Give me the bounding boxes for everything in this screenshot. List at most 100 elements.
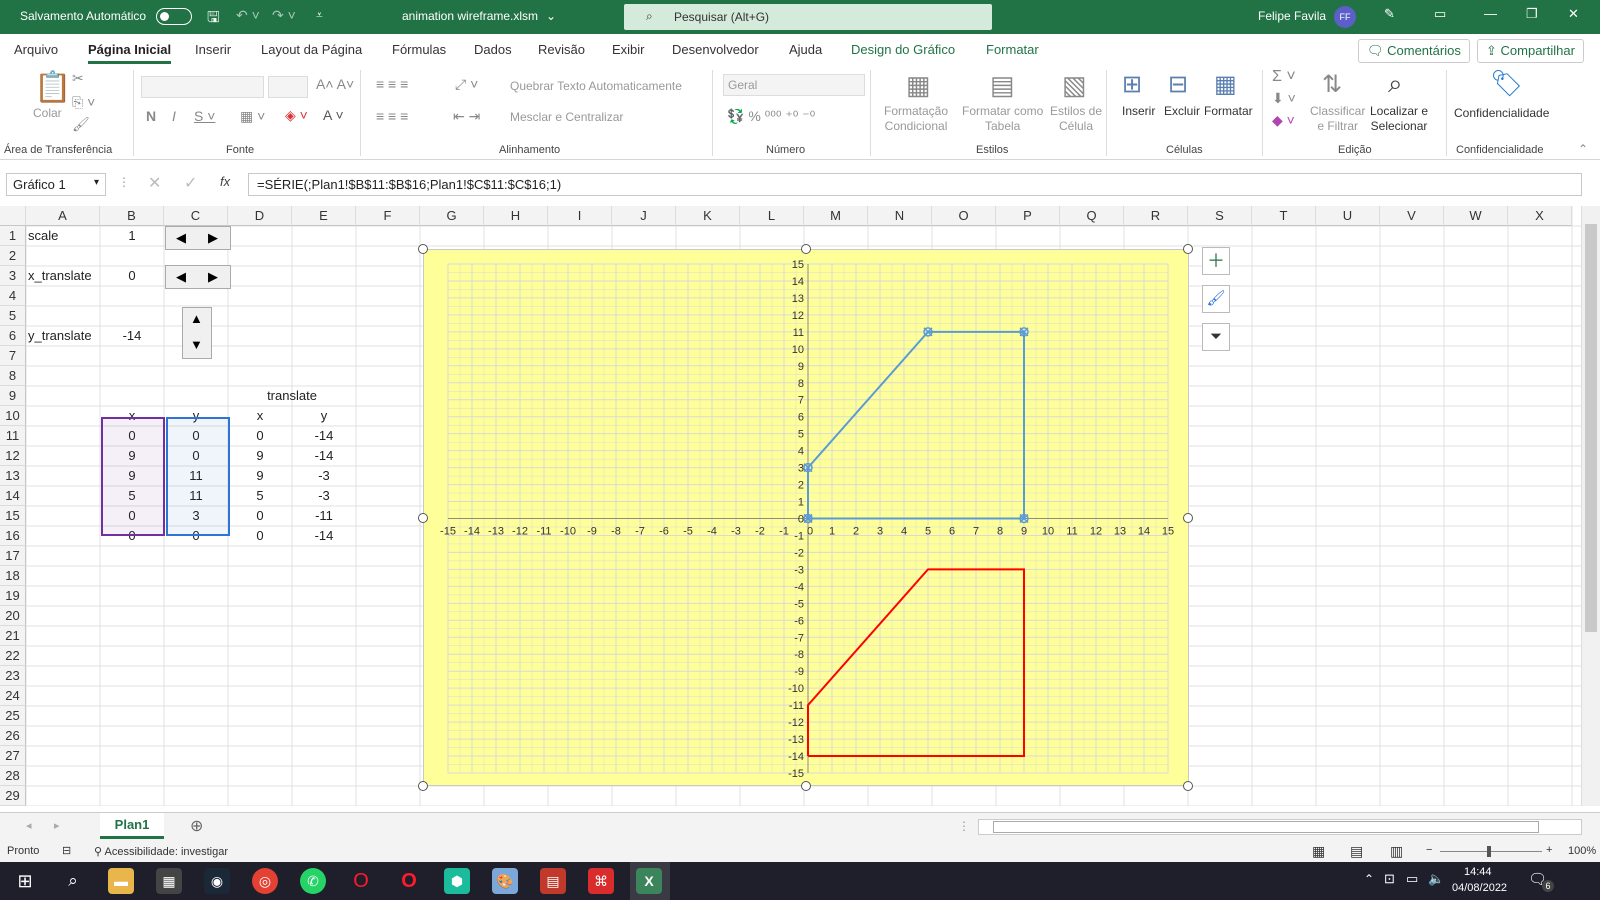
column-header-x[interactable]: X [1508, 206, 1572, 226]
row-header-29[interactable]: 29 [0, 786, 26, 806]
whatsapp-icon[interactable]: ✆ [300, 868, 326, 894]
user-name[interactable]: Felipe Favila [1258, 9, 1326, 23]
insert-cells-icon[interactable]: ⊞ [1122, 70, 1142, 99]
arrow-left-icon[interactable]: ◀ [176, 269, 186, 285]
cell-e10[interactable]: y [292, 408, 356, 423]
align-left-icon[interactable]: ≡ ≡ ≡ [376, 108, 408, 124]
add-sheet-icon[interactable]: ⊕ [190, 816, 203, 836]
formula-input[interactable]: =SÉRIE(;Plan1!$B$11:$B$16;Plan1!$C$11:$C… [248, 173, 1582, 196]
row-header-12[interactable]: 12 [0, 446, 26, 466]
row-header-21[interactable]: 21 [0, 626, 26, 646]
paste-icon[interactable]: 📋 [34, 70, 71, 105]
name-box[interactable]: Gráfico 1 ▾ [6, 173, 106, 196]
cut-icon[interactable]: ✂ [72, 70, 84, 87]
copy-icon[interactable]: ⎘ ˅ [72, 94, 95, 111]
chrome-icon[interactable]: ◎ [252, 868, 278, 894]
fill-color-icon[interactable]: ◈ ˅ [285, 107, 308, 124]
x-translate-spin-button[interactable]: ◀ ▶ [165, 265, 231, 289]
cancel-icon[interactable]: ✕ [148, 173, 161, 193]
tab-dados[interactable]: Dados [474, 42, 512, 57]
tab-formatar[interactable]: Formatar [986, 42, 1039, 57]
meet-icon[interactable]: ⊡ [1384, 871, 1395, 887]
format-cells-icon[interactable]: ▦ [1214, 70, 1237, 99]
next-sheet-icon[interactable]: ▸ [54, 819, 60, 832]
chart-filters-button[interactable]: ⏷ [1202, 323, 1230, 351]
tab-ajuda[interactable]: Ajuda [789, 42, 822, 57]
conditional-format-icon[interactable]: ▦ [906, 70, 931, 101]
function-icon[interactable]: fx [220, 174, 230, 189]
sensitivity-button[interactable]: Confidencialidade [1454, 106, 1549, 120]
cell-a1[interactable]: scale [28, 228, 58, 243]
row-header-24[interactable]: 24 [0, 686, 26, 706]
zoom-slider[interactable] [1440, 851, 1542, 852]
tab-design-grafico[interactable]: Design do Gráfico [851, 42, 955, 57]
font-size-select[interactable] [268, 76, 308, 98]
indent-icon[interactable]: ⇤ ⇥ [453, 108, 480, 125]
row-header-16[interactable]: 16 [0, 526, 26, 546]
network-icon[interactable]: ▭ [1406, 871, 1418, 887]
column-header-k[interactable]: K [676, 206, 740, 226]
resize-handle[interactable] [1183, 781, 1193, 791]
column-header-q[interactable]: Q [1060, 206, 1124, 226]
tab-desenvolvedor[interactable]: Desenvolvedor [672, 42, 759, 57]
acrobat-icon[interactable]: ⌘ [588, 868, 614, 894]
row-header-6[interactable]: 6 [0, 326, 26, 346]
orientation-icon[interactable]: ⤢ ˅ [455, 76, 478, 93]
column-header-l[interactable]: L [740, 206, 804, 226]
italic-icon[interactable]: I [172, 108, 176, 124]
security-app-icon[interactable]: ⬢ [444, 868, 470, 894]
currency-icon[interactable]: 💱 % ⁰⁰⁰ ⁺⁰ ⁻⁰ [727, 108, 815, 125]
volume-icon[interactable]: 🔈 [1428, 871, 1444, 887]
horizontal-scrollbar[interactable] [978, 819, 1582, 835]
steam-icon[interactable]: ◉ [204, 868, 230, 894]
clear-icon[interactable]: ◆ ˅ [1272, 112, 1295, 129]
normal-view-icon[interactable]: ▦ [1312, 843, 1325, 860]
row-header-15[interactable]: 15 [0, 506, 26, 526]
wrap-text-button[interactable]: Quebrar Texto Automaticamente [510, 79, 682, 93]
tab-exibir[interactable]: Exibir [612, 42, 645, 57]
cell-d14[interactable]: 5 [228, 488, 292, 503]
arrow-up-icon[interactable]: ▲ [190, 311, 203, 326]
file-name[interactable]: animation wireframe.xlsm [402, 9, 538, 23]
scale-spin-button[interactable]: ◀ ▶ [165, 226, 231, 250]
cell-styles-button[interactable]: Estilos de Célula [1050, 104, 1102, 134]
tab-inserir[interactable]: Inserir [195, 42, 231, 57]
opera-icon[interactable]: O [396, 868, 422, 894]
chart[interactable]: -15 -14 -13 -12 -11 -10 -9 -8 -7 -6 -5 -4 -3 -2 -1 0 1 2 3… [423, 249, 1189, 786]
macro-record-icon[interactable]: ⊟ [62, 844, 71, 857]
column-header-r[interactable]: R [1124, 206, 1188, 226]
row-header-18[interactable]: 18 [0, 566, 26, 586]
row-header-1[interactable]: 1 [0, 226, 26, 246]
zoom-slider-thumb[interactable] [1487, 846, 1491, 857]
cell-styles-icon[interactable]: ▧ [1062, 70, 1087, 101]
cell-b1[interactable]: 1 [100, 228, 164, 243]
column-header-c[interactable]: C [164, 206, 228, 226]
file-explorer-icon[interactable]: ▬ [108, 868, 134, 894]
prev-sheet-icon[interactable]: ◂ [26, 819, 32, 832]
row-header-28[interactable]: 28 [0, 766, 26, 786]
search-icon[interactable]: ⌕ [60, 868, 86, 894]
column-header-n[interactable]: N [868, 206, 932, 226]
cell-d10[interactable]: x [228, 408, 292, 423]
resize-handle[interactable] [418, 244, 428, 254]
page-layout-icon[interactable]: ▤ [1350, 843, 1363, 860]
font-name-select[interactable] [141, 76, 264, 98]
chart-styles-button[interactable]: 🖌 [1202, 285, 1230, 313]
cell-d13[interactable]: 9 [228, 468, 292, 483]
zoom-out-icon[interactable]: − [1426, 844, 1432, 856]
winrar-icon[interactable]: ▤ [540, 868, 566, 894]
column-header-g[interactable]: G [420, 206, 484, 226]
pen-icon[interactable]: ✎ [1384, 6, 1395, 22]
row-header-26[interactable]: 26 [0, 726, 26, 746]
undo-icon[interactable]: ↶ ˅ [236, 7, 260, 24]
font-color-icon[interactable]: A ˅ [323, 107, 344, 123]
tab-revisao[interactable]: Revisão [538, 42, 585, 57]
column-header-f[interactable]: F [356, 206, 420, 226]
arrow-right-icon[interactable]: ▶ [208, 230, 218, 246]
chevron-down-icon[interactable]: ⌄ [546, 9, 556, 23]
delete-cells-icon[interactable]: ⊟ [1168, 70, 1188, 99]
select-all-corner[interactable] [0, 206, 26, 226]
autosum-icon[interactable]: Σ ˅ [1272, 68, 1296, 86]
paste-label[interactable]: Colar [33, 106, 62, 120]
arrow-left-icon[interactable]: ◀ [176, 230, 186, 246]
